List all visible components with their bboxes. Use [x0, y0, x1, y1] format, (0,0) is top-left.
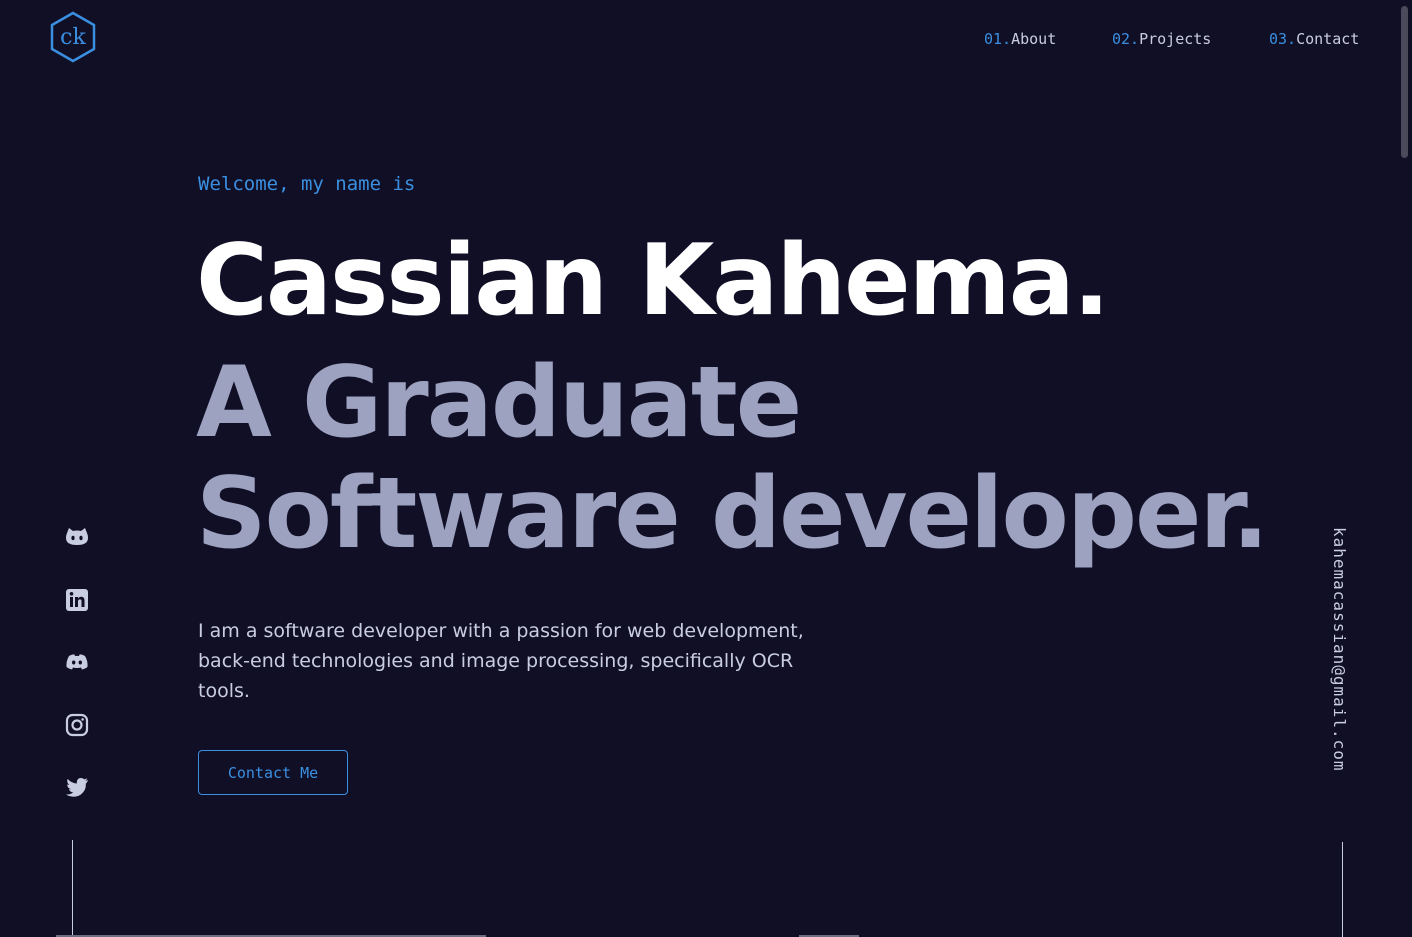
instagram-link[interactable]: [62, 710, 92, 740]
instagram-icon: [65, 713, 89, 737]
svg-text:ck: ck: [60, 25, 86, 50]
nav-label: Contact: [1296, 30, 1360, 48]
linkedin-icon: [66, 589, 88, 611]
scrollbar[interactable]: [1398, 0, 1412, 937]
nav-label: Projects: [1139, 30, 1212, 48]
intro-text: Welcome, my name is: [198, 173, 416, 195]
nav-link-projects[interactable]: 02.Projects: [1112, 30, 1211, 48]
twitter-icon: [66, 778, 88, 797]
github-link[interactable]: [62, 522, 92, 552]
twitter-link[interactable]: [62, 772, 92, 802]
nav-link-contact[interactable]: 03.Contact: [1269, 30, 1359, 48]
nav-number: 02.: [1112, 30, 1140, 48]
ck-logo[interactable]: ck: [49, 11, 97, 63]
nav-label: About: [1011, 30, 1057, 48]
discord-icon: [66, 654, 88, 670]
hero-bio: I am a software developer with a passion…: [198, 620, 804, 702]
hero-name: Cassian Kahema.: [196, 224, 1110, 338]
contact-me-button[interactable]: Contact Me: [198, 750, 348, 795]
hero-tagline: A Graduate Software developer.: [196, 346, 1269, 571]
nav-number: 01.: [984, 30, 1012, 48]
logo-icon: ck: [50, 11, 96, 63]
github-icon: [66, 528, 88, 545]
discord-link[interactable]: [62, 647, 92, 677]
nav-number: 03.: [1269, 30, 1297, 48]
scrollbar-thumb[interactable]: [1401, 6, 1408, 158]
main-nav: 01.About 02.Projects 03.Contact: [960, 30, 1380, 52]
social-divider-line: [72, 840, 73, 937]
nav-link-about[interactable]: 01.About: [984, 30, 1056, 48]
email-divider-line: [1342, 842, 1343, 937]
linkedin-link[interactable]: [62, 585, 92, 615]
email-link[interactable]: kahemacassian@gmail.com: [1330, 527, 1349, 772]
